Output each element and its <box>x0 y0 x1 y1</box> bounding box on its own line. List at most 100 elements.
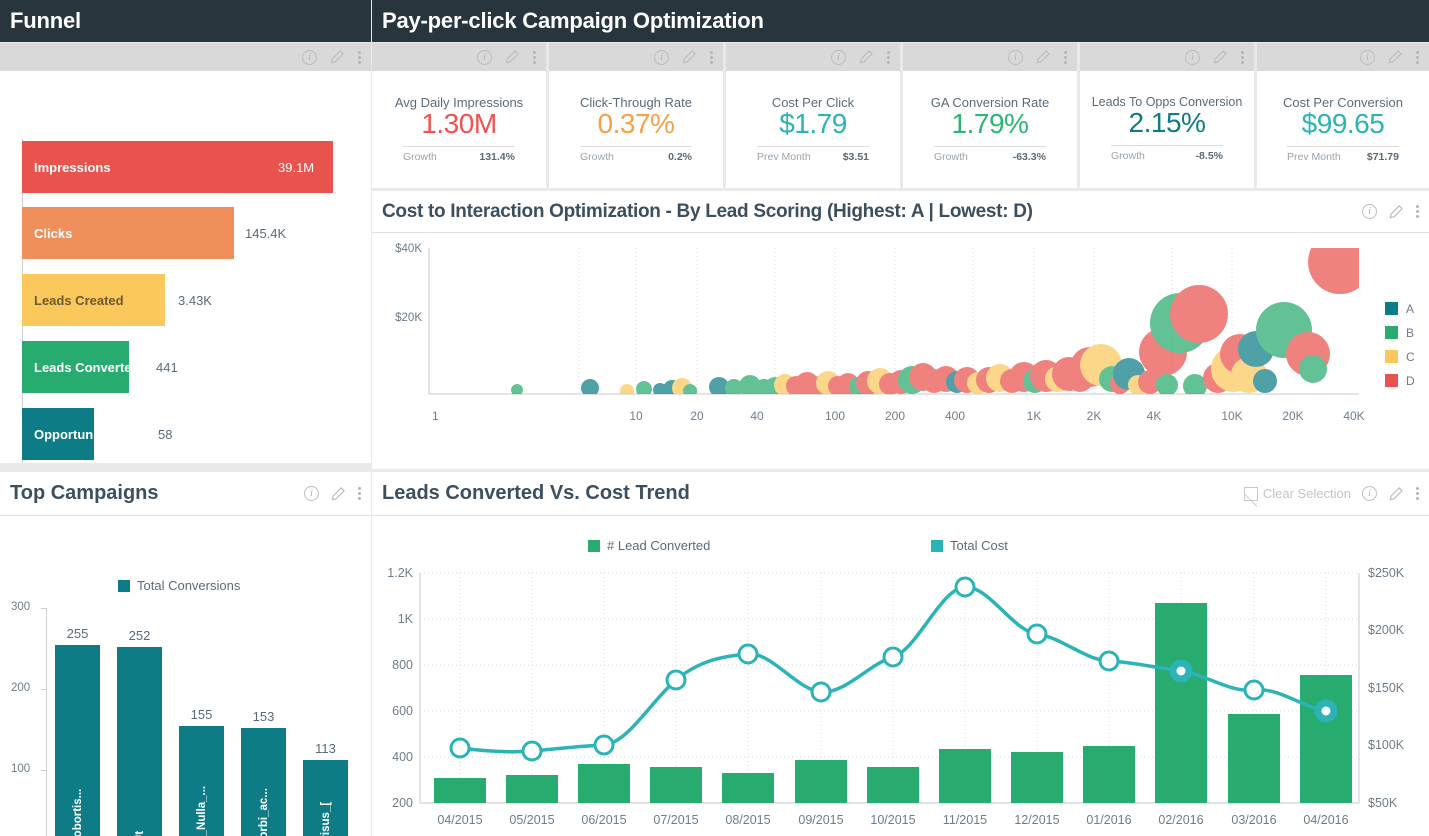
kpi-card-avg-daily-impressions[interactable]: i Avg Daily Impressions 1.30M Growth 131… <box>372 43 546 188</box>
info-icon[interactable]: i <box>1008 50 1023 65</box>
legend-label: # Lead Converted <box>607 538 710 553</box>
info-icon[interactable]: i <box>1362 204 1377 219</box>
trend-legend-total-cost[interactable]: Total Cost <box>931 538 1008 553</box>
kpi-toolbar: i <box>903 43 1077 71</box>
legend-swatch-a[interactable] <box>1385 302 1398 315</box>
info-icon[interactable]: i <box>654 50 669 65</box>
legend-swatch-d[interactable] <box>1385 374 1398 387</box>
bubble-chart[interactable]: $40K $20K <box>372 234 1429 469</box>
trend-bar[interactable] <box>1011 752 1063 803</box>
trend-right-tick: $50K <box>1368 796 1398 810</box>
info-icon[interactable]: i <box>1360 50 1375 65</box>
funnel-bar[interactable]: Leads Converted <box>22 341 129 393</box>
bubble-x-tick: 2K <box>1087 409 1102 423</box>
trend-bar[interactable] <box>1300 675 1352 803</box>
trend-bar[interactable] <box>434 778 486 803</box>
trend-point[interactable] <box>667 671 685 689</box>
kebab-menu-icon[interactable] <box>709 49 713 65</box>
trend-bar[interactable] <box>650 767 702 803</box>
kebab-menu-icon[interactable] <box>886 49 890 65</box>
trend-point[interactable] <box>523 742 541 760</box>
pencil-icon[interactable] <box>330 486 346 502</box>
funnel-bar-label: Leads Converted <box>22 360 139 375</box>
info-icon[interactable]: i <box>304 486 319 501</box>
campaigns-bar[interactable]: eu_turpis_Nulla_... <box>179 726 224 836</box>
trend-bar[interactable] <box>722 773 774 803</box>
trend-bar[interactable] <box>795 760 847 803</box>
pencil-icon[interactable] <box>504 49 520 65</box>
trend-point[interactable] <box>451 739 469 757</box>
trend-point-selected[interactable] <box>1318 703 1334 719</box>
campaigns-bar[interactable]: libero_Morbi_ac... <box>241 728 286 836</box>
trend-bar[interactable] <box>578 764 630 803</box>
trend-point-selected[interactable] <box>1173 663 1189 679</box>
legend-swatch-c[interactable] <box>1385 350 1398 363</box>
trend-panel: Leads Converted Vs. Cost Trend Clear Sel… <box>372 472 1429 836</box>
kpi-toolbar: i <box>372 43 546 71</box>
info-icon[interactable]: i <box>831 50 846 65</box>
trend-legend-lead-converted[interactable]: # Lead Converted <box>588 538 710 553</box>
pencil-icon[interactable] <box>858 49 874 65</box>
top-campaigns-legend[interactable]: Total Conversions <box>118 578 240 593</box>
bubble-x-tick: 40K <box>1343 409 1364 423</box>
kpi-card-ga-conversion-rate[interactable]: i GA Conversion Rate 1.79% Growth -63.3% <box>903 43 1077 188</box>
legend-swatch-b[interactable] <box>1385 326 1398 339</box>
trend-point[interactable] <box>739 645 757 663</box>
info-icon[interactable]: i <box>1185 50 1200 65</box>
pencil-icon[interactable] <box>1388 204 1404 220</box>
campaigns-bar[interactable]: vitae_risus_[ <box>303 760 348 836</box>
legend-label: Total Cost <box>950 538 1008 553</box>
clear-selection-button[interactable]: Clear Selection <box>1244 486 1351 501</box>
kebab-menu-icon[interactable] <box>532 49 536 65</box>
kebab-menu-icon[interactable] <box>357 49 361 65</box>
trend-point[interactable] <box>956 578 974 596</box>
funnel-panel-toolbar: i <box>0 43 371 71</box>
kpi-card-cost-per-conversion[interactable]: i Cost Per Conversion $99.65 Prev Month … <box>1257 43 1429 188</box>
info-icon[interactable]: i <box>302 50 317 65</box>
trend-point[interactable] <box>1100 652 1118 670</box>
campaigns-bar[interactable]: Ut <box>117 647 162 836</box>
kebab-menu-icon[interactable] <box>357 486 361 502</box>
trend-bar[interactable] <box>939 749 991 803</box>
info-icon[interactable]: i <box>1362 486 1377 501</box>
pencil-icon[interactable] <box>1212 49 1228 65</box>
trend-point[interactable] <box>884 648 902 666</box>
legend-label-c: C <box>1406 350 1415 364</box>
legend-label-d: D <box>1406 374 1415 388</box>
kpi-card-click-through-rate[interactable]: i Click-Through Rate 0.37% Growth 0.2% <box>549 43 723 188</box>
trend-bar[interactable] <box>1228 714 1280 803</box>
trend-point[interactable] <box>1028 625 1046 643</box>
kebab-menu-icon[interactable] <box>1415 486 1419 502</box>
pencil-icon[interactable] <box>1387 49 1403 65</box>
trend-x-tick: 12/2015 <box>1014 813 1059 827</box>
pencil-icon[interactable] <box>681 49 697 65</box>
campaigns-bar[interactable]: Nullam_lobortis... <box>55 645 100 836</box>
trend-point[interactable] <box>595 736 613 754</box>
trend-point[interactable] <box>812 683 830 701</box>
kpi-card-cost-per-click[interactable]: i Cost Per Click $1.79 Prev Month $3.51 <box>726 43 900 188</box>
kpi-card-leads-to-opps-conversion[interactable]: i Leads To Opps Conversion 2.15% Growth … <box>1080 43 1254 188</box>
trend-bar[interactable] <box>867 767 919 803</box>
trend-chart[interactable]: 1.2K 1K 800 600 400 200 $250K $200K $150… <box>372 560 1429 836</box>
kpi-value: $1.79 <box>726 108 900 140</box>
kpi-foot-value: $3.51 <box>843 151 869 163</box>
trend-bar[interactable] <box>506 775 558 803</box>
trend-bar[interactable] <box>1083 746 1135 803</box>
pencil-icon[interactable] <box>1035 49 1051 65</box>
pencil-icon[interactable] <box>1388 486 1404 502</box>
info-icon[interactable]: i <box>477 50 492 65</box>
funnel-bar[interactable]: Opportunity Won <box>22 408 94 460</box>
kebab-menu-icon[interactable] <box>1415 49 1419 65</box>
pencil-icon[interactable] <box>329 49 345 65</box>
kebab-menu-icon[interactable] <box>1240 49 1244 65</box>
trend-point[interactable] <box>1245 681 1263 699</box>
funnel-bar[interactable]: Clicks <box>22 207 234 259</box>
kebab-menu-icon[interactable] <box>1063 49 1067 65</box>
funnel-bar-label: Impressions <box>22 160 111 175</box>
kpi-value: $99.65 <box>1257 108 1429 140</box>
bubble-x-tick: 1 <box>432 409 439 423</box>
funnel-bar[interactable]: Leads Created <box>22 274 165 326</box>
trend-bar[interactable] <box>1155 603 1207 803</box>
campaigns-bar-label: eu_turpis_Nulla_... <box>196 786 208 836</box>
kebab-menu-icon[interactable] <box>1415 204 1419 220</box>
